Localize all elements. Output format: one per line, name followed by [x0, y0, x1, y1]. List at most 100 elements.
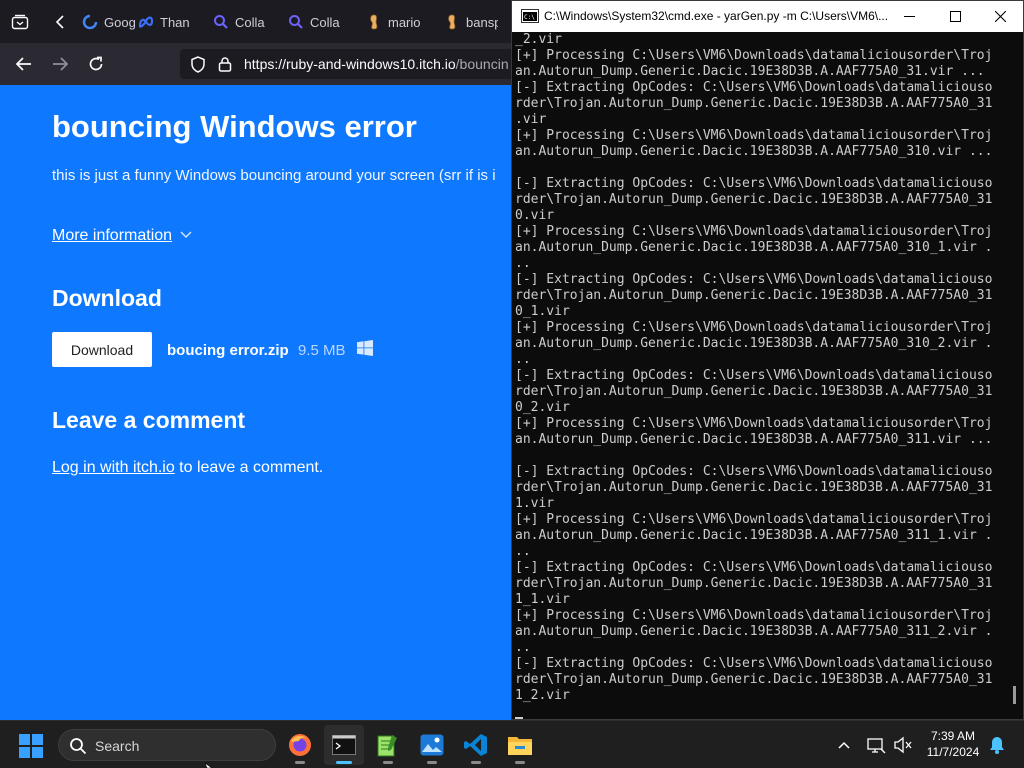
tab-bansp[interactable]: bansp — [436, 6, 498, 38]
svg-text:C:\: C:\ — [524, 14, 535, 21]
reload-icon — [89, 56, 103, 71]
terminal-line: an.Autorun_Dump.Generic.Dacic.19E38D3B.A… — [515, 624, 993, 639]
tab-collab-2[interactable]: Colla — [280, 6, 342, 38]
terminal-line: rder\Trojan.Autorun_Dump.Generic.Dacic.1… — [515, 288, 993, 303]
tab-label: Colla — [235, 14, 265, 30]
terminal-line: [-] Extracting OpCodes: C:\Users\VM6\Dow… — [515, 176, 993, 191]
taskbar-search[interactable]: Search — [58, 729, 276, 761]
running-indicator — [295, 761, 305, 764]
tab-thanks[interactable]: Than — [130, 6, 200, 38]
lock-icon[interactable] — [218, 56, 232, 72]
terminal-line: _2.vir — [515, 32, 562, 47]
tracking-protection-icon[interactable] — [190, 56, 206, 73]
taskbar-notepad-plus[interactable] — [368, 725, 408, 765]
taskbar-vscode[interactable] — [456, 725, 496, 765]
terminal-line: rder\Trojan.Autorun_Dump.Generic.Dacic.1… — [515, 576, 993, 591]
firefox-icon — [289, 734, 311, 756]
login-suffix: to leave a comment. — [174, 459, 324, 476]
taskbar-photos[interactable] — [412, 725, 452, 765]
terminal-line: 1_2.vir — [515, 688, 570, 703]
system-clock[interactable]: 7:39 AM 11/7/2024 — [918, 728, 988, 760]
chevron-up-icon[interactable] — [834, 735, 854, 755]
maximize-button[interactable] — [932, 1, 978, 32]
url-host: https://ruby-and-windows10.itch.io — [244, 56, 456, 72]
url-path: /bouncin — [455, 56, 509, 72]
terminal-line: an.Autorun_Dump.Generic.Dacic.19E38D3B.A… — [515, 336, 993, 351]
notification-bell-icon[interactable] — [987, 735, 1007, 755]
page-title: bouncing Windows error — [52, 109, 417, 144]
url-bar[interactable]: https://ruby-and-windows10.itch.io/bounc… — [180, 49, 514, 79]
terminal-line: an.Autorun_Dump.Generic.Dacic.19E38D3B.A… — [515, 240, 993, 255]
terminal-line: [+] Processing C:\Users\VM6\Downloads\da… — [515, 608, 993, 623]
notepad-plus-icon — [377, 735, 397, 757]
taskbar-terminal[interactable] — [324, 725, 364, 765]
cmd-title: C:\Windows\System32\cmd.exe - yarGen.py … — [544, 9, 889, 23]
terminal-line: 0_1.vir — [515, 304, 570, 319]
tab-collab-1[interactable]: Colla — [205, 6, 267, 38]
url-text[interactable]: https://ruby-and-windows10.itch.io/bounc… — [244, 56, 514, 72]
minimize-button[interactable] — [886, 1, 932, 32]
taskbar-file-explorer[interactable] — [500, 725, 540, 765]
tab-google[interactable]: Goog — [74, 6, 138, 38]
search-icon — [70, 738, 87, 755]
running-indicator — [471, 761, 481, 764]
close-button[interactable] — [977, 1, 1023, 32]
terminal-line: .vir — [515, 112, 547, 127]
tab-list-button[interactable] — [4, 6, 36, 38]
more-information-link[interactable]: More information — [52, 227, 172, 245]
reload-button[interactable] — [81, 49, 111, 79]
browser-window: Goog Than Colla Colla mario bansp https:… — [0, 0, 514, 720]
chevron-left-icon — [55, 15, 64, 29]
tab-bar: Goog Than Colla Colla mario bansp — [0, 0, 514, 43]
cmd-output[interactable]: _2.vir [+] Processing C:\Users\VM6\Downlo… — [515, 32, 1007, 719]
terminal-line: an.Autorun_Dump.Generic.Dacic.19E38D3B.A… — [515, 432, 993, 447]
search-icon — [288, 14, 304, 30]
volume-muted-icon[interactable] — [893, 735, 913, 755]
terminal-line: an.Autorun_Dump.Generic.Dacic.19E38D3B.A… — [515, 528, 993, 543]
arrow-left-icon — [16, 57, 31, 71]
start-button[interactable] — [12, 727, 50, 765]
vscode-icon — [464, 734, 487, 756]
taskbar-firefox[interactable] — [280, 725, 320, 765]
photos-icon — [420, 734, 444, 756]
cmd-window[interactable]: C:\ C:\Windows\System32\cmd.exe - yarGen… — [511, 0, 1024, 720]
chevron-down-icon[interactable] — [180, 231, 192, 239]
terminal-line: [+] Processing C:\Users\VM6\Downloads\da… — [515, 416, 993, 431]
meta-icon — [138, 14, 154, 30]
terminal-line: [+] Processing C:\Users\VM6\Downloads\da… — [515, 128, 993, 143]
network-icon[interactable] — [866, 735, 886, 755]
back-button[interactable] — [9, 49, 39, 79]
terminal-line: .. — [515, 256, 531, 271]
tab-scroll-left-button[interactable] — [44, 6, 76, 38]
minimize-icon — [903, 16, 915, 17]
clock-date: 11/7/2024 — [926, 745, 980, 759]
terminal-line: 0.vir — [515, 208, 555, 223]
scrollbar-thumb[interactable] — [1013, 686, 1016, 704]
forward-button[interactable] — [45, 49, 75, 79]
terminal-line: [+] Processing C:\Users\VM6\Downloads\da… — [515, 48, 993, 63]
peanut-icon — [444, 14, 460, 30]
terminal-line: [-] Extracting OpCodes: C:\Users\VM6\Dow… — [515, 368, 993, 383]
navigation-bar: https://ruby-and-windows10.itch.io/bounc… — [0, 43, 514, 85]
terminal-line: [-] Extracting OpCodes: C:\Users\VM6\Dow… — [515, 272, 993, 287]
download-heading: Download — [52, 285, 162, 311]
download-button[interactable]: Download — [52, 332, 152, 367]
tab-mario[interactable]: mario — [358, 6, 420, 38]
clock-time: 7:39 AM — [930, 729, 976, 743]
terminal-line: 1_1.vir — [515, 592, 570, 607]
terminal-line: rder\Trojan.Autorun_Dump.Generic.Dacic.1… — [515, 96, 993, 111]
tab-label: bansp — [466, 14, 498, 30]
terminal-line: [-] Extracting OpCodes: C:\Users\VM6\Dow… — [515, 560, 993, 575]
cmd-icon: C:\ — [521, 9, 539, 23]
login-link[interactable]: Log in with itch.io — [52, 459, 175, 476]
windows-start-icon — [19, 734, 43, 758]
close-icon — [994, 11, 1006, 22]
tab-label: Colla — [310, 14, 340, 30]
cmd-titlebar[interactable]: C:\ C:\Windows\System32\cmd.exe - yarGen… — [512, 1, 1023, 32]
running-indicator — [383, 761, 393, 764]
terminal-line: [+] Processing C:\Users\VM6\Downloads\da… — [515, 512, 993, 527]
mouse-cursor-icon — [205, 763, 213, 768]
google-icon — [82, 14, 98, 30]
